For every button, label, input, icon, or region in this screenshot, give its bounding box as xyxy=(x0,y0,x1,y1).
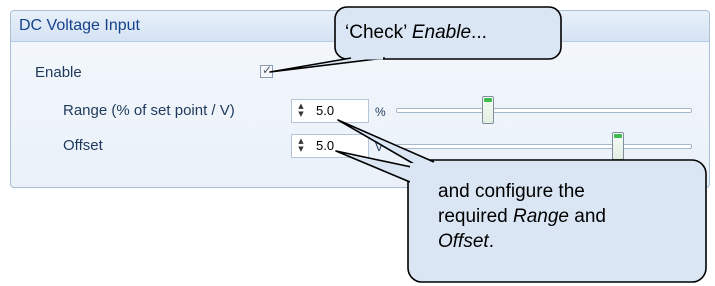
callout-bottom-text: and configure the required Range and Off… xyxy=(438,179,606,254)
callout-bottom-line3: Offset. xyxy=(438,231,494,252)
callout-top-text: ‘Check’ Enable... xyxy=(345,22,487,43)
callout-bottom-line2: required Range and xyxy=(438,206,606,227)
callout-bottom-line1: and configure the xyxy=(438,181,585,202)
